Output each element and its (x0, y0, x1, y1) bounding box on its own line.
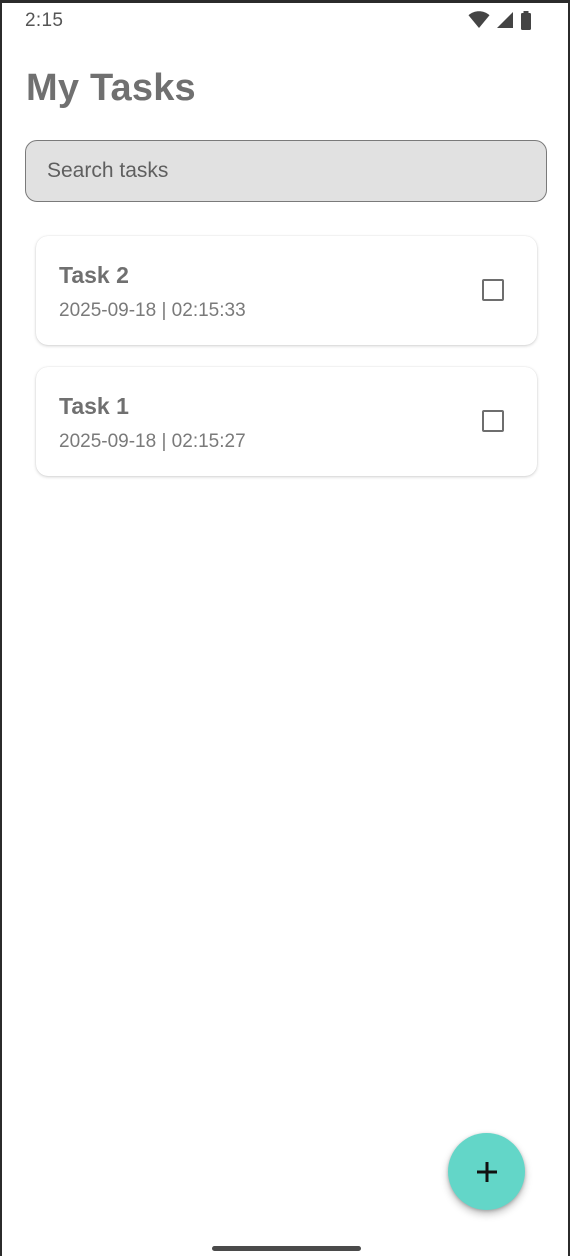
page-title: My Tasks (26, 67, 196, 109)
cellular-signal-icon (496, 11, 514, 29)
app-screen: 2:15 My Tasks Task 2 (0, 0, 570, 1256)
task-card[interactable]: Task 2 2025-09-18 | 02:15:33 (36, 236, 537, 345)
battery-icon (520, 11, 532, 30)
plus-icon (476, 1161, 498, 1183)
task-complete-checkbox[interactable] (482, 279, 504, 301)
status-icons (468, 11, 532, 30)
task-complete-checkbox[interactable] (482, 410, 504, 432)
task-timestamp: 2025-09-18 | 02:15:33 (59, 300, 246, 321)
gesture-navigation-handle[interactable] (212, 1246, 361, 1251)
task-timestamp: 2025-09-18 | 02:15:27 (59, 431, 246, 452)
search-input[interactable] (26, 141, 546, 201)
add-task-button[interactable] (448, 1133, 525, 1210)
task-title: Task 2 (59, 262, 129, 288)
task-card[interactable]: Task 1 2025-09-18 | 02:15:27 (36, 367, 537, 476)
status-bar: 2:15 (2, 3, 568, 37)
status-time: 2:15 (25, 10, 64, 31)
wifi-icon (468, 11, 490, 29)
search-box[interactable] (25, 140, 547, 202)
task-title: Task 1 (59, 393, 129, 419)
